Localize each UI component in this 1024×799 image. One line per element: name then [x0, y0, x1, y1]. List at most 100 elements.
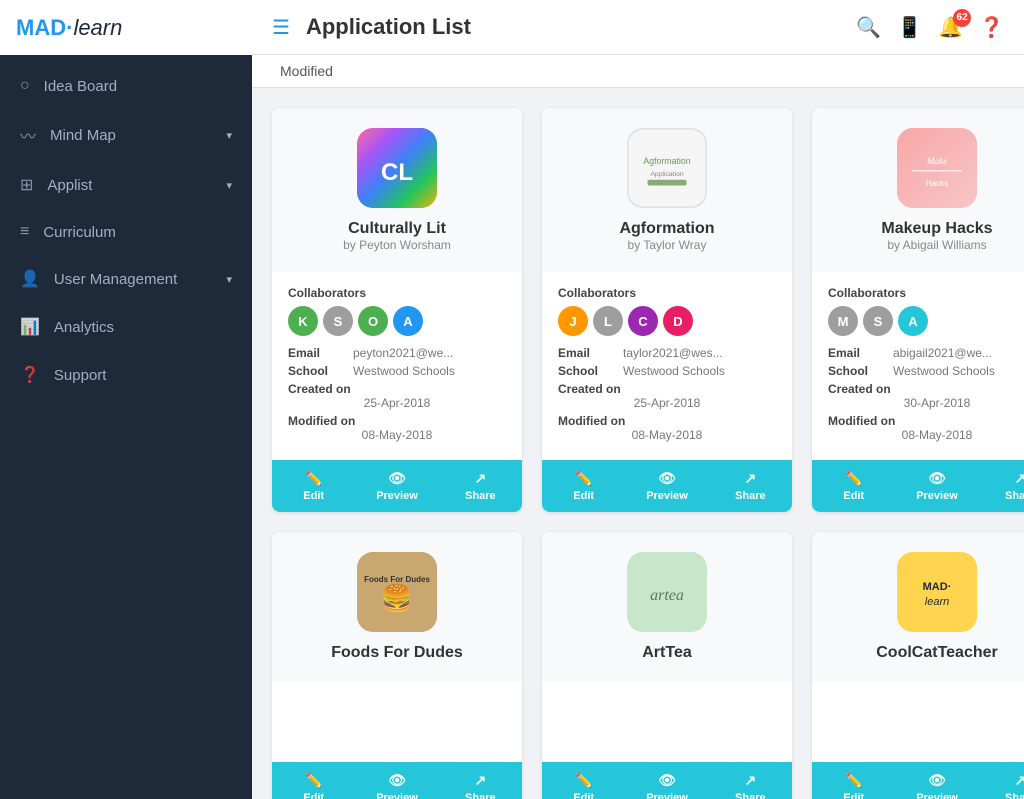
- email-label: Email: [288, 346, 353, 360]
- sidebar-item-analytics[interactable]: 📊 Analytics: [0, 303, 252, 351]
- eye-icon: 👁: [928, 470, 946, 487]
- modified-on-value: 08-May-2018: [558, 428, 776, 442]
- collaborators-label: Collaborators: [558, 286, 776, 300]
- sidebar-item-mind-map[interactable]: 〰 Mind Map ▾: [0, 109, 252, 161]
- modified-on-value: 08-May-2018: [828, 428, 1024, 442]
- sidebar-item-idea-board[interactable]: ○ Idea Board: [0, 63, 252, 109]
- modified-on-block: Modified on 08-May-2018: [558, 414, 776, 442]
- chevron-down-icon: ▾: [226, 129, 232, 142]
- download-icon[interactable]: 📱: [897, 15, 922, 40]
- sidebar-item-label: Curriculum: [43, 224, 116, 241]
- sidebar-item-label: Support: [54, 367, 107, 384]
- share-button[interactable]: ↗ Share: [709, 460, 792, 512]
- user-management-icon: 👤: [20, 269, 40, 289]
- edit-icon: ✏️: [845, 772, 862, 789]
- edit-button[interactable]: ✏️ Edit: [812, 762, 895, 799]
- share-button[interactable]: ↗ Share: [979, 460, 1024, 512]
- sidebar-nav: ○ Idea Board 〰 Mind Map ▾ ⊞ Applist ▾ ≡ …: [0, 63, 252, 399]
- avatar: S: [323, 306, 353, 336]
- eye-icon: 👁: [388, 772, 406, 789]
- preview-button[interactable]: 👁 Preview: [895, 762, 978, 799]
- avatar: A: [898, 306, 928, 336]
- avatar: D: [663, 306, 693, 336]
- email-value: abigail2021@we...: [893, 346, 992, 360]
- topbar: ☰ Application List 🔍 📱 🔔 62 ❓: [252, 0, 1024, 55]
- sidebar-item-user-management[interactable]: 👤 User Management ▾: [0, 255, 252, 303]
- edit-icon: ✏️: [575, 470, 592, 487]
- cards-grid: CL Culturally Lit by Peyton Worsham Coll…: [272, 108, 1004, 799]
- edit-button[interactable]: ✏️ Edit: [272, 460, 355, 512]
- eye-icon: 👁: [658, 772, 676, 789]
- created-on-value: 25-Apr-2018: [558, 396, 776, 410]
- share-button[interactable]: ↗ Share: [439, 460, 522, 512]
- sidebar-item-support[interactable]: ❓ Support: [0, 351, 252, 399]
- share-button[interactable]: ↗ Share: [979, 762, 1024, 799]
- card-actions: ✏️ Edit 👁 Preview ↗ Share: [272, 762, 522, 799]
- edit-button[interactable]: ✏️ Edit: [542, 762, 625, 799]
- sidebar-item-label: Idea Board: [44, 78, 117, 95]
- app-name: CoolCatTeacher: [876, 644, 998, 662]
- share-button[interactable]: ↗ Share: [439, 762, 522, 799]
- curriculum-icon: ≡: [20, 223, 29, 241]
- app-name: ArtTea: [642, 644, 692, 662]
- notifications-icon[interactable]: 🔔 62: [938, 15, 963, 40]
- edit-icon: ✏️: [575, 772, 592, 789]
- sidebar-item-label: User Management: [54, 271, 177, 288]
- preview-button[interactable]: 👁 Preview: [355, 460, 438, 512]
- preview-button[interactable]: 👁 Preview: [895, 460, 978, 512]
- app-icon-makeup-hacks: Make Hacks: [897, 128, 977, 208]
- preview-button[interactable]: 👁 Preview: [625, 460, 708, 512]
- sidebar-item-curriculum[interactable]: ≡ Curriculum: [0, 209, 252, 255]
- app-icon-cool-cat-teacher: MAD· learn: [897, 552, 977, 632]
- svg-text:🍔: 🍔: [381, 583, 413, 613]
- topbar-right: 🔍 📱 🔔 62 ❓: [856, 15, 1004, 40]
- card-details: Collaborators M S A Email abigail2021@we…: [812, 272, 1024, 460]
- created-on-value: 25-Apr-2018: [288, 396, 506, 410]
- card-actions: ✏️ Edit 👁 Preview ↗ Share: [542, 762, 792, 799]
- idea-board-icon: ○: [20, 77, 30, 95]
- app-icon-agformation: Agformation Application: [627, 128, 707, 208]
- svg-text:Agformation: Agformation: [643, 156, 690, 166]
- created-on-value: 30-Apr-2018: [828, 396, 1024, 410]
- sidebar-item-label: Mind Map: [50, 127, 116, 144]
- help-icon[interactable]: ❓: [979, 15, 1004, 40]
- sidebar-item-label: Applist: [47, 177, 92, 194]
- edit-button[interactable]: ✏️ Edit: [542, 460, 625, 512]
- app-by: by Abigail Williams: [887, 238, 986, 252]
- collaborators-label: Collaborators: [288, 286, 506, 300]
- school-row: School Westwood Schools: [558, 364, 776, 378]
- svg-text:CL: CL: [381, 159, 413, 186]
- created-on-block: Created on 25-Apr-2018: [558, 382, 776, 410]
- svg-text:artea: artea: [650, 587, 684, 604]
- email-label: Email: [828, 346, 893, 360]
- preview-button[interactable]: 👁 Preview: [355, 762, 438, 799]
- edit-button[interactable]: ✏️ Edit: [812, 460, 895, 512]
- sidebar-item-applist[interactable]: ⊞ Applist ▾: [0, 161, 252, 209]
- svg-text:Hacks: Hacks: [926, 179, 948, 188]
- email-row: Email abigail2021@we...: [828, 346, 1024, 360]
- email-row: Email taylor2021@wes...: [558, 346, 776, 360]
- edit-icon: ✏️: [305, 772, 322, 789]
- email-value: taylor2021@wes...: [623, 346, 723, 360]
- school-value: Westwood Schools: [623, 364, 725, 378]
- modified-label: Modified: [272, 63, 341, 79]
- created-on-label: Created on: [828, 382, 891, 396]
- edit-icon: ✏️: [845, 470, 862, 487]
- edit-button[interactable]: ✏️ Edit: [272, 762, 355, 799]
- card-details: [272, 682, 522, 762]
- created-on-label: Created on: [288, 382, 351, 396]
- modified-on-value: 08-May-2018: [288, 428, 506, 442]
- search-icon[interactable]: 🔍: [856, 15, 881, 40]
- email-row: Email peyton2021@we...: [288, 346, 506, 360]
- hamburger-icon[interactable]: ☰: [272, 15, 290, 40]
- school-label: School: [828, 364, 893, 378]
- preview-button[interactable]: 👁 Preview: [625, 762, 708, 799]
- avatar: K: [288, 306, 318, 336]
- school-label: School: [288, 364, 353, 378]
- app-by: by Peyton Worsham: [343, 238, 451, 252]
- avatar: M: [828, 306, 858, 336]
- card-top: Foods For Dudes 🍔 Foods For Dudes: [272, 532, 522, 682]
- chevron-down-icon: ▾: [226, 179, 232, 192]
- share-button[interactable]: ↗ Share: [709, 762, 792, 799]
- app-card-cool-cat-teacher: MAD· learn CoolCatTeacher ✏️ Edit 👁 Prev…: [812, 532, 1024, 799]
